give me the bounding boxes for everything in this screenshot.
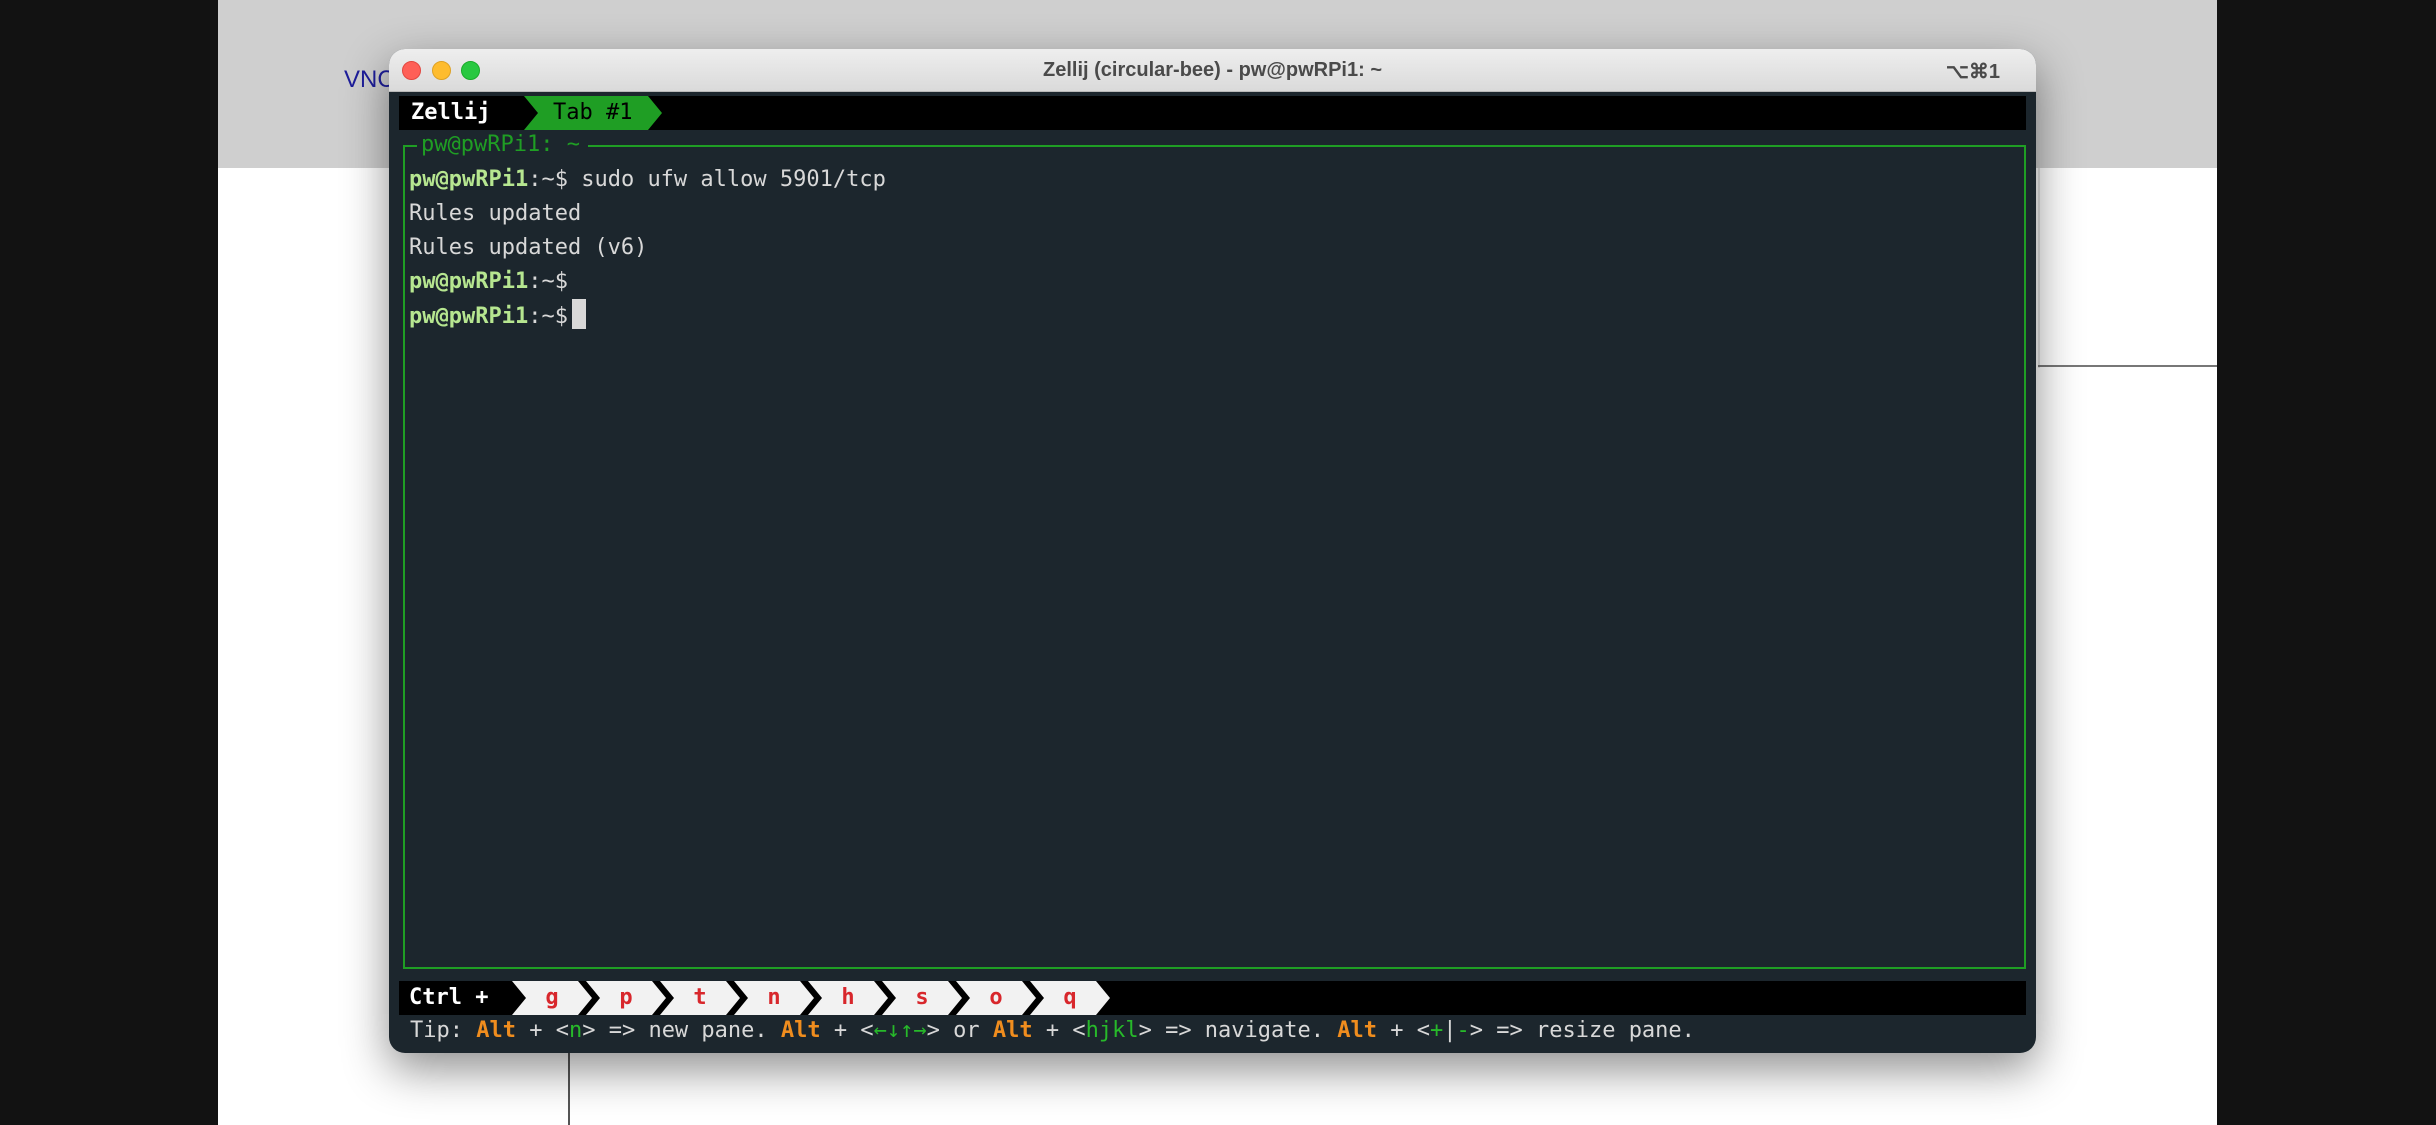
tip-alt-key: Alt — [992, 1018, 1033, 1043]
pane-title: pw@pwRPi1: ~ — [417, 131, 588, 159]
mode-key-label: h — [841, 985, 855, 1010]
tip-plus: + < — [820, 1018, 874, 1043]
mode-key-s[interactable]: s — [882, 981, 962, 1015]
tip-key: - — [1456, 1018, 1470, 1043]
tip-line: Tip: Alt + <n> => new pane. Alt + <←↓↑→>… — [410, 1014, 1695, 1048]
prompt-user: pw@pwRPi1 — [409, 304, 529, 329]
background-divider — [568, 1050, 570, 1125]
mode-key-p[interactable]: p — [586, 981, 666, 1015]
mode-key-label: q — [1063, 985, 1077, 1010]
prompt-user: pw@pwRPi1 — [409, 269, 529, 294]
tab-1-label: Tab #1 — [553, 100, 633, 125]
tip-alt-key: Alt — [1337, 1018, 1378, 1043]
tip-text: > => resize pane. — [1469, 1018, 1695, 1043]
window-shortcut: ⌥⌘1 — [1945, 61, 2000, 83]
terminal-line: Rules updated — [409, 197, 886, 231]
ctrl-modifier-label: Ctrl + — [409, 985, 489, 1010]
mode-key-o[interactable]: o — [956, 981, 1036, 1015]
tip-key: n — [568, 1018, 583, 1043]
mode-key-g[interactable]: g — [512, 981, 592, 1015]
tab-1[interactable]: Tab #1 — [524, 96, 662, 130]
command-text: sudo ufw allow 5901/tcp — [567, 167, 886, 192]
tip-plus: + < — [1377, 1018, 1430, 1043]
tip-plus: + < — [515, 1018, 569, 1043]
mode-key-label: t — [693, 985, 707, 1010]
mode-key-label: s — [915, 985, 929, 1010]
mode-key-label: p — [619, 985, 633, 1010]
tip-plus: + < — [1032, 1018, 1086, 1043]
output-text: Rules updated (v6) — [409, 235, 648, 260]
tip-text: > or — [926, 1018, 993, 1043]
tip-key: + — [1430, 1018, 1444, 1043]
tip-arrow-keys: ←↓↑→ — [873, 1018, 927, 1043]
tip-separator: | — [1443, 1018, 1457, 1043]
tip-text: > => new pane. — [582, 1018, 781, 1043]
tip-text: > => navigate. — [1138, 1018, 1338, 1043]
window-titlebar[interactable]: Zellij (circular-bee) - pw@pwRPi1: ~ ⌥⌘1 — [389, 49, 2036, 92]
prompt-user: pw@pwRPi1 — [409, 167, 529, 192]
zellij-tab-bar: Zellij Tab #1 — [399, 96, 2026, 130]
terminal-line: pw@pwRPi1:~$ sudo ufw allow 5901/tcp — [409, 163, 886, 197]
terminal-window: Zellij (circular-bee) - pw@pwRPi1: ~ ⌥⌘1… — [389, 49, 2036, 1053]
mode-key-n[interactable]: n — [734, 981, 814, 1015]
mode-key-label: g — [545, 985, 559, 1010]
terminal-line: pw@pwRPi1:~$ — [409, 265, 886, 299]
tip-alt-key: Alt — [476, 1018, 516, 1043]
mode-key-t[interactable]: t — [660, 981, 740, 1015]
background-divider — [2038, 365, 2217, 367]
zellij-status-bar: Ctrl + g p t n h s o q — [399, 981, 2026, 1015]
tip-prefix: Tip: — [410, 1018, 477, 1043]
terminal-line: pw@pwRPi1:~$ — [409, 299, 886, 333]
terminal-output[interactable]: pw@pwRPi1:~$ sudo ufw allow 5901/tcp Rul… — [409, 163, 886, 333]
prompt-suffix: :~$ — [528, 304, 568, 329]
terminal-line: Rules updated (v6) — [409, 231, 886, 265]
prompt-suffix: :~$ — [528, 167, 568, 192]
mode-key-q[interactable]: q — [1030, 981, 1110, 1015]
cursor — [571, 299, 586, 329]
prompt-suffix: :~$ — [528, 269, 568, 294]
tip-key: hjkl — [1085, 1018, 1139, 1043]
output-text: Rules updated — [409, 201, 582, 226]
mode-key-label: o — [989, 985, 1003, 1010]
mode-key-h[interactable]: h — [808, 981, 888, 1015]
zellij-app-label: Zellij — [399, 96, 505, 130]
tip-alt-key: Alt — [780, 1018, 821, 1043]
window-title: Zellij (circular-bee) - pw@pwRPi1: ~ — [1042, 59, 1382, 81]
background-label: VNC — [344, 66, 395, 93]
mode-key-label: n — [767, 985, 781, 1010]
background-divider — [2038, 168, 2040, 368]
